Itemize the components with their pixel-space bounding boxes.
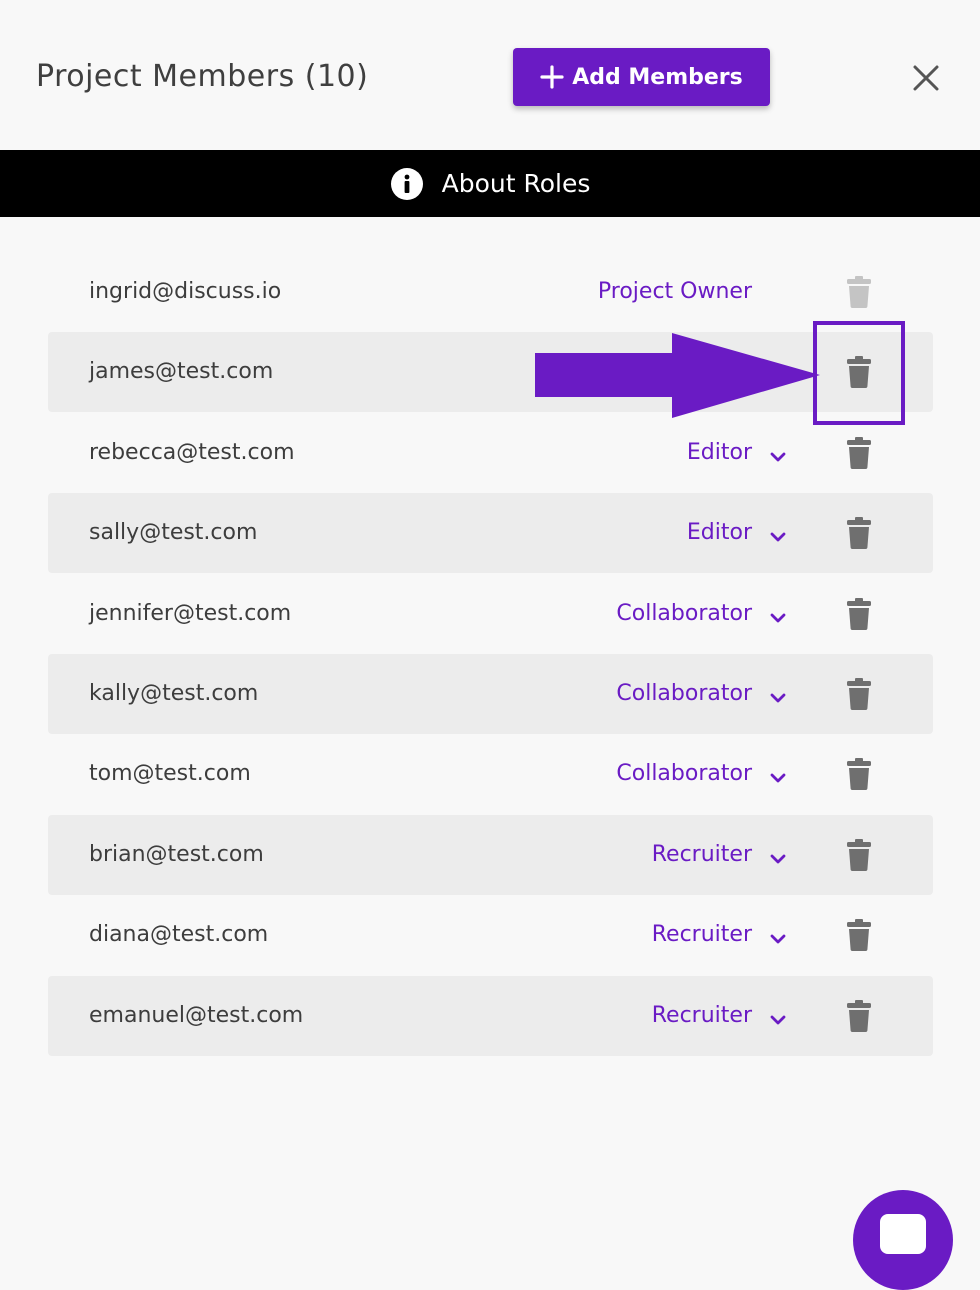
member-row: sally@test.com Editor: [48, 493, 933, 574]
member-email: james@test.com: [89, 359, 274, 385]
member-email: sally@test.com: [89, 520, 258, 546]
member-email: diana@test.com: [89, 922, 269, 948]
arrow-annotation: [535, 333, 820, 418]
about-roles-bar[interactable]: About Roles: [0, 150, 980, 217]
chat-fab-button[interactable]: [853, 1190, 953, 1290]
member-email: tom@test.com: [89, 761, 251, 787]
trash-icon[interactable]: [847, 597, 871, 630]
add-members-label: Add Members: [572, 64, 743, 90]
member-row: brian@test.com Recruiter: [48, 814, 933, 895]
chevron-down-icon[interactable]: [770, 769, 786, 783]
member-email: emanuel@test.com: [89, 1002, 304, 1028]
chevron-down-icon[interactable]: [770, 448, 786, 462]
member-row: diana@test.com Recruiter: [48, 895, 933, 975]
add-members-button[interactable]: Add Members: [513, 48, 770, 106]
role-select[interactable]: Collaborator: [616, 734, 752, 814]
member-row: ingrid@discuss.io Project Owner: [48, 252, 933, 332]
highlight-box: [813, 321, 905, 425]
role-label: Project Owner: [597, 279, 752, 304]
modal-header: Project Members (10) Add Members: [0, 0, 980, 150]
member-email: rebecca@test.com: [89, 439, 295, 465]
member-row: tom@test.com Collaborator: [48, 734, 933, 814]
role-select[interactable]: Collaborator: [616, 654, 752, 734]
role-select[interactable]: Editor: [687, 413, 752, 493]
trash-icon[interactable]: [847, 517, 871, 550]
info-icon: [390, 167, 424, 201]
member-email: ingrid@discuss.io: [89, 279, 282, 304]
close-icon[interactable]: [910, 62, 942, 94]
trash-icon[interactable]: [847, 919, 871, 952]
role-select[interactable]: Recruiter: [652, 976, 752, 1056]
chevron-down-icon[interactable]: [770, 1011, 786, 1024]
chevron-down-icon[interactable]: [770, 930, 786, 944]
member-row: emanuel@test.com Recruiter: [48, 975, 933, 1056]
role-select[interactable]: Editor: [687, 493, 752, 573]
chevron-down-icon[interactable]: [770, 528, 786, 542]
plus-icon: [540, 65, 564, 89]
chevron-down-icon[interactable]: [770, 609, 786, 622]
trash-icon[interactable]: [847, 999, 871, 1032]
trash-icon: [847, 276, 871, 309]
chevron-down-icon[interactable]: [770, 850, 786, 864]
member-row: rebecca@test.com Editor: [48, 413, 933, 493]
member-email: brian@test.com: [89, 841, 264, 867]
member-email: kally@test.com: [89, 681, 259, 706]
trash-icon[interactable]: [847, 758, 871, 791]
page-title: Project Members (10): [36, 59, 369, 94]
role-select[interactable]: Collaborator: [616, 574, 752, 654]
role-select[interactable]: Recruiter: [652, 815, 752, 895]
chat-icon: [880, 1214, 926, 1254]
trash-icon[interactable]: [847, 838, 871, 871]
member-email: jennifer@test.com: [89, 600, 292, 626]
chevron-down-icon[interactable]: [770, 689, 786, 703]
member-row: jennifer@test.com Collaborator: [48, 574, 933, 654]
trash-icon[interactable]: [847, 436, 871, 469]
about-roles-label: About Roles: [441, 169, 591, 198]
role-select[interactable]: Recruiter: [652, 895, 752, 975]
trash-icon[interactable]: [847, 678, 871, 711]
member-row: kally@test.com Collaborator: [48, 654, 933, 734]
